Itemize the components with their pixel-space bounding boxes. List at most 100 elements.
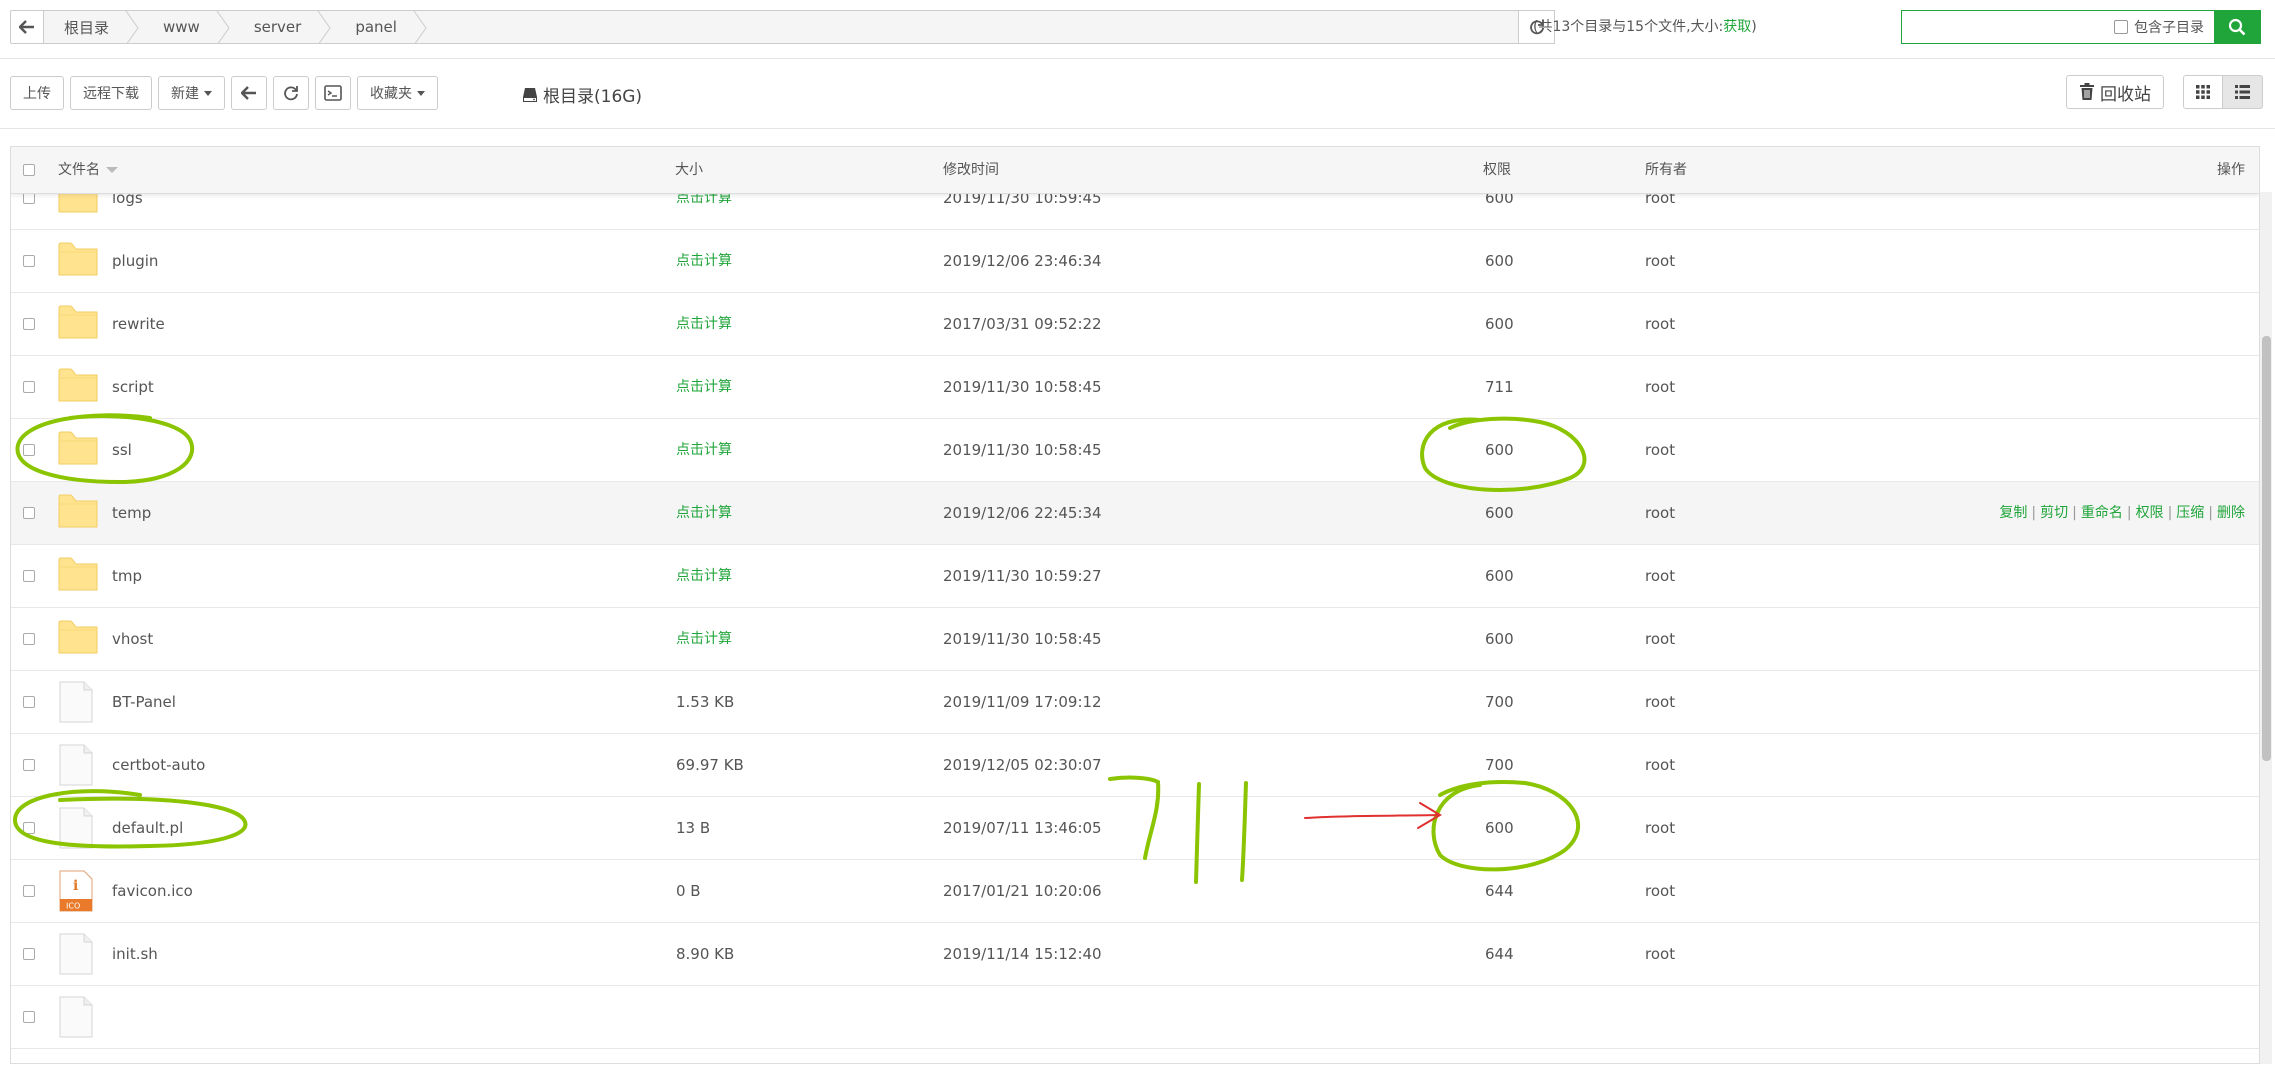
path-bar: 根目录 www server panel (10, 10, 1555, 44)
file-perm[interactable]: 644 (1485, 860, 1514, 922)
breadcrumb-item[interactable]: www (143, 11, 222, 43)
header-name[interactable]: 文件名 (58, 147, 118, 193)
file-perm[interactable]: 600 (1485, 419, 1514, 481)
breadcrumb-item[interactable]: server (233, 11, 324, 43)
search-button[interactable] (2214, 11, 2260, 43)
breadcrumb-separator (216, 11, 234, 43)
file-name[interactable]: ssl (112, 419, 132, 481)
file-name[interactable]: init.sh (112, 923, 158, 985)
row-checkbox[interactable] (23, 444, 35, 456)
table-row[interactable]: init.sh 8.90 KB 2019/11/14 15:12:40 644 root (11, 923, 2259, 986)
row-action[interactable]: 权限 (2136, 505, 2164, 521)
grid-view-button[interactable] (2183, 75, 2223, 109)
scrollbar-thumb[interactable] (2262, 336, 2271, 761)
file-perm[interactable]: 600 (1485, 293, 1514, 355)
file-icon (59, 933, 93, 975)
row-action[interactable]: 重命名 (2081, 505, 2123, 521)
select-all-checkbox[interactable] (23, 164, 35, 176)
file-name[interactable]: BT-Panel (112, 671, 176, 733)
table-row[interactable]: certbot-auto 69.97 KB 2019/12/05 02:30:07 7… (11, 734, 2259, 797)
row-checkbox[interactable] (23, 696, 35, 708)
table-row[interactable]: BT-Panel 1.53 KB 2019/11/09 17:09:12 700 roo… (11, 671, 2259, 734)
row-action[interactable]: 压缩 (2176, 505, 2204, 521)
file-perm[interactable]: 644 (1485, 923, 1514, 985)
row-checkbox[interactable] (23, 885, 35, 897)
table-row[interactable]: ssl 点击计算 2019/11/30 10:58:45 600 root (11, 419, 2259, 482)
search-icon (2228, 18, 2246, 36)
caret-down-icon (204, 90, 212, 96)
file-size[interactable]: 点击计算 (676, 230, 732, 292)
file-mtime: 2017/03/31 09:52:22 (943, 315, 1102, 333)
favorites-dropdown-button[interactable]: 收藏夹 (357, 76, 438, 110)
terminal-button[interactable] (315, 76, 351, 110)
header-size[interactable]: 大小 (675, 147, 703, 193)
disk-label: 根目录(16G) (543, 87, 643, 107)
row-checkbox[interactable] (23, 381, 35, 393)
remote-download-button[interactable]: 远程下载 (70, 76, 152, 110)
table-row[interactable]: script 点击计算 2019/11/30 10:58:45 711 root (11, 356, 2259, 419)
trash-icon (2080, 83, 2094, 100)
file-perm[interactable]: 600 (1485, 797, 1514, 859)
table-row[interactable]: i ICO favicon.ico 0 B 2017/01/21 10:20:06 644… (11, 860, 2259, 923)
include-subdir-checkbox[interactable] (2114, 20, 2128, 34)
file-name[interactable]: script (112, 356, 154, 418)
row-checkbox[interactable] (23, 822, 35, 834)
disk-selector[interactable]: 根目录(16G) (522, 82, 642, 107)
file-size[interactable]: 点击计算 (676, 419, 732, 481)
path-back-button[interactable] (10, 10, 44, 44)
header-mtime[interactable]: 修改时间 (943, 147, 999, 193)
table-row[interactable]: plugin 点击计算 2019/12/06 23:46:34 600 root (11, 230, 2259, 293)
table-row[interactable]: default.pl 13 B 2019/07/11 13:46:05 600 root (11, 797, 2259, 860)
row-checkbox[interactable] (23, 948, 35, 960)
file-name[interactable]: default.pl (112, 797, 183, 859)
row-checkbox[interactable] (23, 633, 35, 645)
row-checkbox[interactable] (23, 507, 35, 519)
search-input[interactable] (1902, 11, 2114, 43)
file-size[interactable]: 点击计算 (676, 482, 732, 544)
row-action[interactable]: 复制 (1999, 505, 2027, 521)
file-perm[interactable]: 600 (1485, 230, 1514, 292)
file-perm[interactable]: 600 (1485, 545, 1514, 607)
file-mtime: 2019/11/09 17:09:12 (943, 693, 1102, 711)
row-checkbox[interactable] (23, 255, 35, 267)
get-size-link[interactable]: 获取 (1723, 19, 1751, 35)
table-row[interactable]: vhost 点击计算 2019/11/30 10:58:45 600 root (11, 608, 2259, 671)
file-perm[interactable]: 600 (1485, 608, 1514, 670)
table-row[interactable]: rewrite 点击计算 2017/03/31 09:52:22 600 root (11, 293, 2259, 356)
file-perm[interactable]: 711 (1485, 356, 1514, 418)
table-row[interactable]: tmp 点击计算 2019/11/30 10:59:27 600 root (11, 545, 2259, 608)
include-subdir-label: 包含子目录 (2134, 20, 2204, 36)
breadcrumb-item[interactable]: 根目录 (44, 11, 132, 43)
file-perm[interactable]: 700 (1485, 734, 1514, 796)
new-dropdown-button[interactable]: 新建 (158, 76, 225, 110)
file-size[interactable]: 点击计算 (676, 293, 732, 355)
file-icon (59, 681, 93, 723)
breadcrumb-item[interactable]: panel (335, 11, 419, 43)
file-size[interactable]: 点击计算 (676, 545, 732, 607)
file-name[interactable]: vhost (112, 608, 153, 670)
file-size[interactable]: 点击计算 (676, 608, 732, 670)
table-row[interactable]: temp 点击计算 2019/12/06 22:45:34 600 root 复制 | 剪切 |… (11, 482, 2259, 545)
row-action[interactable]: 删除 (2217, 505, 2245, 521)
file-perm[interactable]: 700 (1485, 671, 1514, 733)
row-checkbox[interactable] (23, 759, 35, 771)
go-back-button[interactable] (231, 76, 267, 110)
list-view-button[interactable] (2223, 75, 2263, 109)
file-name[interactable]: favicon.ico (112, 860, 193, 922)
file-name[interactable]: certbot-auto (112, 734, 205, 796)
recycle-bin-button[interactable]: 回收站 (2066, 75, 2164, 109)
file-perm[interactable]: 600 (1485, 482, 1514, 544)
table-row[interactable] (11, 986, 2259, 1049)
row-checkbox[interactable] (23, 1011, 35, 1023)
upload-button[interactable]: 上传 (10, 76, 64, 110)
include-subdir-toggle[interactable]: 包含子目录 (2114, 11, 2214, 43)
row-action[interactable]: 剪切 (2040, 505, 2068, 521)
refresh-button[interactable] (273, 76, 309, 110)
file-size[interactable]: 点击计算 (676, 356, 732, 418)
file-name[interactable]: rewrite (112, 293, 165, 355)
file-name[interactable]: tmp (112, 545, 142, 607)
file-name[interactable]: plugin (112, 230, 158, 292)
row-checkbox[interactable] (23, 570, 35, 582)
file-name[interactable]: temp (112, 482, 151, 544)
row-checkbox[interactable] (23, 318, 35, 330)
